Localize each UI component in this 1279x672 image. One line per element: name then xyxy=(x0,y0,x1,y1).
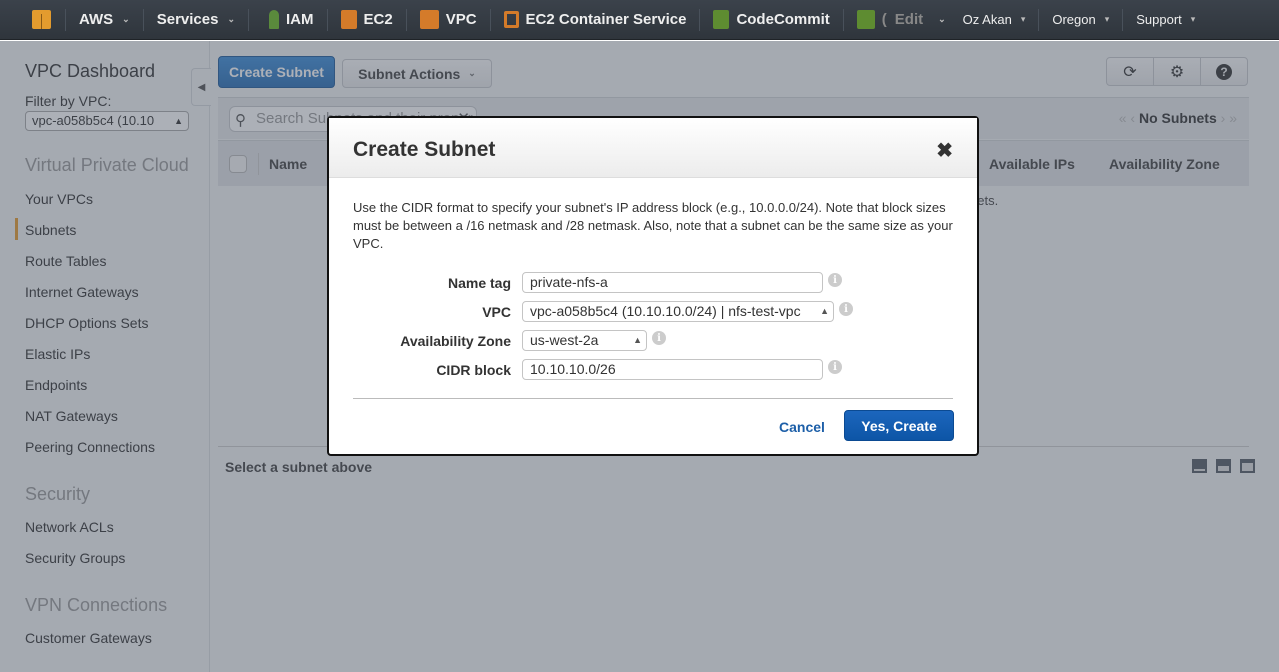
nav-shortcut-vpc[interactable]: VPC xyxy=(407,0,490,40)
nav-shortcut-label: IAM xyxy=(286,11,314,28)
vpc-select[interactable]: vpc-a058b5c4 (10.10.10.0/24) | nfs-test-… xyxy=(522,301,834,322)
user-name: Oz Akan xyxy=(962,12,1012,27)
nav-shortcut-codedeploy[interactable]: ( xyxy=(844,0,891,40)
codedeploy-icon xyxy=(856,10,875,29)
select-arrows-icon: ▲▼ xyxy=(633,335,642,345)
cidr-block-value: 10.10.10.0/26 xyxy=(530,361,616,377)
dialog-divider xyxy=(353,398,953,399)
aws-menu-label: AWS xyxy=(79,11,114,28)
services-menu[interactable]: Services ⌄ xyxy=(144,0,248,40)
nav-shortcut-iam[interactable]: IAM xyxy=(249,0,327,40)
ecs-icon xyxy=(503,11,519,28)
availability-zone-label: Availability Zone xyxy=(400,333,511,349)
chevron-down-icon: ⌄ xyxy=(227,14,235,24)
info-icon[interactable]: i xyxy=(839,302,853,316)
yes-create-button[interactable]: Yes, Create xyxy=(844,410,954,441)
top-nav-bar: AWS ⌄ Services ⌄ IAM EC2 VPC EC2 Contain… xyxy=(0,0,1279,40)
info-icon[interactable]: i xyxy=(828,360,842,374)
select-arrows-icon: ▲▼ xyxy=(820,306,829,316)
availability-zone-row: Availability Zone us-west-2a ▲▼ i xyxy=(329,330,981,354)
aws-home-link[interactable] xyxy=(0,0,65,40)
availability-zone-value: us-west-2a xyxy=(530,332,599,348)
dialog-title: Create Subnet xyxy=(353,138,496,161)
services-menu-label: Services xyxy=(156,11,219,28)
chevron-down-icon: ⌄ xyxy=(938,14,946,24)
info-icon[interactable]: i xyxy=(652,331,666,345)
region-menu[interactable]: Oregon ▾ xyxy=(1039,0,1122,40)
cancel-button[interactable]: Cancel xyxy=(779,419,825,435)
nav-shortcut-ec2[interactable]: EC2 xyxy=(328,0,406,40)
ec2-icon xyxy=(340,10,357,29)
nav-shortcut-label: CodeCommit xyxy=(736,11,830,28)
support-label: Support xyxy=(1136,12,1182,27)
vpc-value: vpc-a058b5c4 (10.10.10.0/24) | nfs-test-… xyxy=(530,303,801,319)
nav-shortcut-codecommit[interactable]: CodeCommit xyxy=(700,0,842,40)
nav-shortcut-label: VPC xyxy=(445,11,477,28)
vpc-row: VPC vpc-a058b5c4 (10.10.10.0/24) | nfs-t… xyxy=(329,301,981,325)
chevron-down-icon: ⌄ xyxy=(122,14,130,24)
region-name: Oregon xyxy=(1052,12,1096,27)
name-tag-label: Name tag xyxy=(447,275,511,291)
nav-shortcut-label: ( xyxy=(881,11,887,28)
cidr-block-row: CIDR block 10.10.10.0/26 i xyxy=(329,359,981,383)
user-menu[interactable]: Oz Akan ▾ xyxy=(959,0,1039,40)
edit-shortcuts-menu[interactable]: Edit ⌄ xyxy=(891,0,959,40)
dialog-header: Create Subnet ✖ xyxy=(329,118,977,178)
chevron-down-icon: ▾ xyxy=(1190,14,1196,24)
create-subnet-dialog: Create Subnet ✖ Use the CIDR format to s… xyxy=(327,116,979,456)
name-tag-input[interactable]: private-nfs-a xyxy=(522,272,823,293)
dialog-description: Use the CIDR format to specify your subn… xyxy=(353,200,953,251)
cidr-block-label: CIDR block xyxy=(436,362,511,378)
edit-menu-label: Edit xyxy=(894,11,924,28)
cidr-block-input[interactable]: 10.10.10.0/26 xyxy=(522,359,823,380)
nav-shortcut-label: EC2 xyxy=(363,11,393,28)
aws-cube-icon xyxy=(32,10,51,29)
chevron-down-icon: ▾ xyxy=(1104,14,1110,24)
chevron-down-icon: ▾ xyxy=(1020,14,1026,24)
availability-zone-select[interactable]: us-west-2a ▲▼ xyxy=(522,330,647,351)
codecommit-icon xyxy=(713,10,730,29)
close-icon[interactable]: ✖ xyxy=(936,138,953,163)
support-menu[interactable]: Support ▾ xyxy=(1123,0,1208,40)
vpc-label: VPC xyxy=(482,304,511,320)
iam-key-icon xyxy=(269,10,279,29)
name-tag-value: private-nfs-a xyxy=(530,274,608,290)
nav-shortcut-label: EC2 Container Service xyxy=(525,11,687,28)
info-icon[interactable]: i xyxy=(828,273,842,287)
nav-shortcut-ecs[interactable]: EC2 Container Service xyxy=(491,0,700,40)
name-tag-row: Name tag private-nfs-a i xyxy=(329,272,981,296)
vpc-icon xyxy=(419,10,439,29)
aws-menu[interactable]: AWS ⌄ xyxy=(66,0,143,40)
